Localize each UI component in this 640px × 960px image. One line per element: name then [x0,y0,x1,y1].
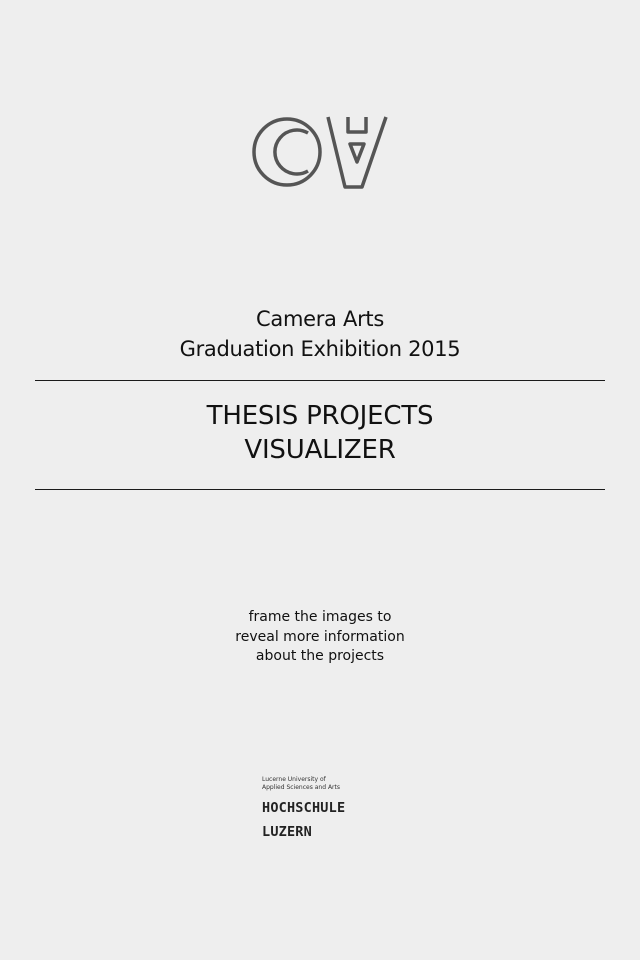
institution-name-line-2: LUZERN [262,824,312,840]
institution-tagline-line-1: Lucerne University of [262,776,326,783]
institution-tagline-line-2: Applied Sciences and Arts [262,784,340,791]
institution-logo: Lucerne University of Applied Sciences a… [262,776,345,840]
instructions-line-2: reveal more information [235,628,405,645]
institution-name-line-1: HOCHSCHULE [262,800,346,816]
exhibition-subtitle: Camera Arts Graduation Exhibition 2015 [0,304,640,364]
subtitle-line-2: Graduation Exhibition 2015 [179,337,461,361]
instructions-line-3: about the projects [255,648,385,664]
page-title: THESIS PROJECTS VISUALIZER [0,399,640,467]
instructions-text: frame the images to reveal more informat… [0,608,640,667]
title-line-2: VISUALIZER [244,435,396,465]
title-line-1: THESIS PROJECTS [206,401,434,431]
divider-bottom [35,489,605,490]
ca-logo [250,112,390,192]
subtitle-line-1: Camera Arts [256,307,384,331]
ca-logo-graphic [252,116,388,189]
instructions-line-1: frame the images to [248,609,392,625]
divider-top [35,380,605,381]
